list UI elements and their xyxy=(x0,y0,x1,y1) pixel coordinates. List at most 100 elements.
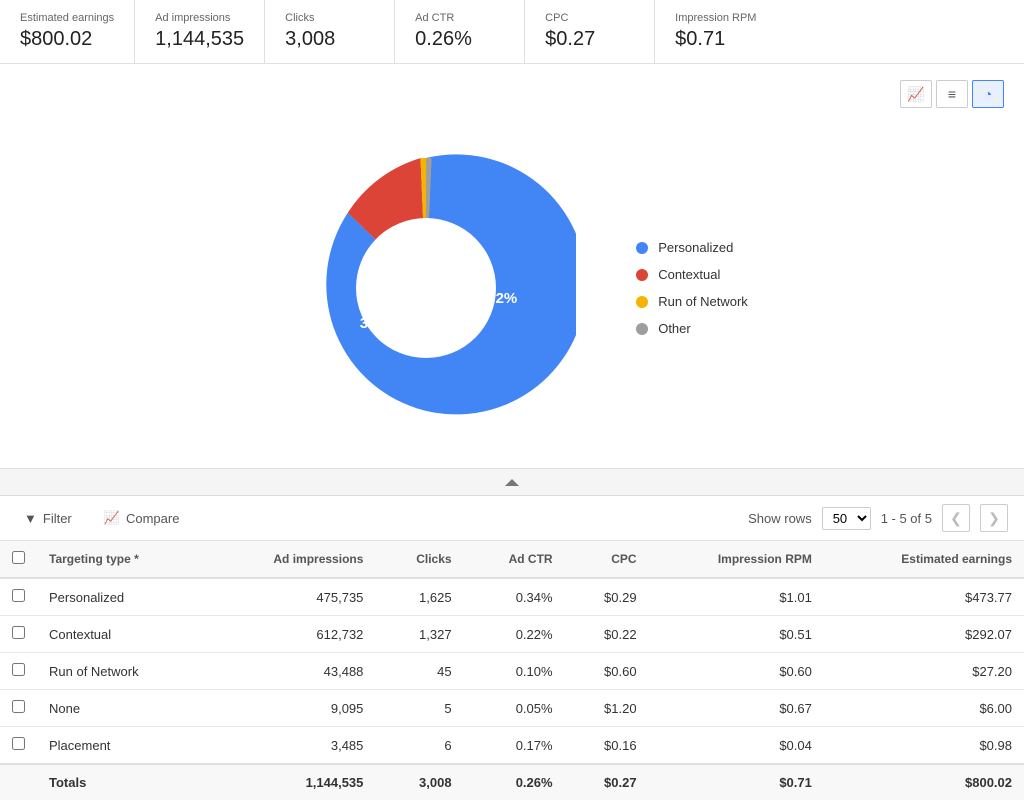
pie-chart-btn[interactable]: ◔ xyxy=(972,80,1004,108)
legend-item-run-of-network: Run of Network xyxy=(636,294,748,309)
legend-item-contextual: Contextual xyxy=(636,267,748,282)
metric-label: CPC xyxy=(545,12,634,24)
col-clicks: Clicks xyxy=(375,541,463,578)
compare-button[interactable]: 📈 Compare xyxy=(96,506,188,530)
row-checkbox-cell[interactable] xyxy=(0,616,37,653)
cell-ad-ctr: 0.17% xyxy=(464,727,565,765)
legend-dot xyxy=(636,296,648,308)
metric-item-cpc: CPC $0.27 xyxy=(525,0,655,63)
chart-container: 59.2% 36.5% Personalized Contextual Run … xyxy=(20,118,1004,468)
totals-label: Totals xyxy=(37,764,206,800)
show-rows-select[interactable]: 50 25 10 xyxy=(822,507,871,530)
metric-value: $0.27 xyxy=(545,28,634,51)
filter-icon: ▼ xyxy=(24,511,37,526)
totals-impression-rpm: $0.71 xyxy=(649,764,824,800)
cell-cpc: $0.16 xyxy=(565,727,649,765)
metric-value: $0.71 xyxy=(675,28,765,51)
row-checkbox[interactable] xyxy=(12,737,25,750)
col-estimated-earnings: Estimated earnings xyxy=(824,541,1024,578)
compare-label: Compare xyxy=(126,511,179,526)
cell-targeting-type: Run of Network xyxy=(37,653,206,690)
totals-ad-ctr: 0.26% xyxy=(464,764,565,800)
row-checkbox-cell[interactable] xyxy=(0,653,37,690)
prev-page-button[interactable]: ❮ xyxy=(942,504,970,532)
cell-ad-ctr: 0.10% xyxy=(464,653,565,690)
filter-button[interactable]: ▼ Filter xyxy=(16,507,80,530)
filter-label: Filter xyxy=(43,511,72,526)
next-page-button[interactable]: ❯ xyxy=(980,504,1008,532)
legend-dot xyxy=(636,242,648,254)
cell-ad-impressions: 475,735 xyxy=(206,578,375,616)
legend-item-other: Other xyxy=(636,321,748,336)
cell-ad-impressions: 9,095 xyxy=(206,690,375,727)
totals-ad-impressions: 1,144,535 xyxy=(206,764,375,800)
metric-item-clicks: Clicks 3,008 xyxy=(265,0,395,63)
cell-ad-impressions: 3,485 xyxy=(206,727,375,765)
legend-label: Run of Network xyxy=(658,294,748,309)
row-checkbox[interactable] xyxy=(12,700,25,713)
legend-item-personalized: Personalized xyxy=(636,240,748,255)
table-row: None 9,095 5 0.05% $1.20 $0.67 $6.00 xyxy=(0,690,1024,727)
table-row: Contextual 612,732 1,327 0.22% $0.22 $0.… xyxy=(0,616,1024,653)
col-cpc: CPC xyxy=(565,541,649,578)
cell-cpc: $0.29 xyxy=(565,578,649,616)
totals-estimated-earnings: $800.02 xyxy=(824,764,1024,800)
row-checkbox[interactable] xyxy=(12,663,25,676)
metric-label: Ad CTR xyxy=(415,12,504,24)
metric-item-ad-ctr: Ad CTR 0.26% xyxy=(395,0,525,63)
select-all-checkbox[interactable] xyxy=(12,551,25,564)
compare-icon: 📈 xyxy=(104,510,120,526)
cell-clicks: 1,625 xyxy=(375,578,463,616)
cell-clicks: 5 xyxy=(375,690,463,727)
cell-estimated-earnings: $473.77 xyxy=(824,578,1024,616)
table-row: Placement 3,485 6 0.17% $0.16 $0.04 $0.9… xyxy=(0,727,1024,765)
legend-label: Other xyxy=(658,321,691,336)
metric-value: 3,008 xyxy=(285,28,374,51)
totals-clicks: 3,008 xyxy=(375,764,463,800)
legend-dot xyxy=(636,269,648,281)
row-checkbox-cell[interactable] xyxy=(0,578,37,616)
col-ad-impressions: Ad impressions xyxy=(206,541,375,578)
metric-label: Impression RPM xyxy=(675,12,765,24)
totals-checkbox-cell xyxy=(0,764,37,800)
line-chart-btn[interactable]: 📈 xyxy=(900,80,932,108)
metric-item-estimated-earnings: Estimated earnings $800.02 xyxy=(0,0,135,63)
table-row: Run of Network 43,488 45 0.10% $0.60 $0.… xyxy=(0,653,1024,690)
cell-targeting-type: None xyxy=(37,690,206,727)
metric-label: Ad impressions xyxy=(155,12,244,24)
cell-ad-impressions: 43,488 xyxy=(206,653,375,690)
donut-chart: 59.2% 36.5% xyxy=(276,138,576,438)
cell-impression-rpm: $0.60 xyxy=(649,653,824,690)
metric-value: $800.02 xyxy=(20,28,114,51)
pagination-info: 1 - 5 of 5 xyxy=(881,511,932,526)
show-rows-label: Show rows xyxy=(748,511,812,526)
table-row: Personalized 475,735 1,625 0.34% $0.29 $… xyxy=(0,578,1024,616)
row-checkbox-cell[interactable] xyxy=(0,690,37,727)
cell-impression-rpm: $0.51 xyxy=(649,616,824,653)
metric-item-ad-impressions: Ad impressions 1,144,535 xyxy=(135,0,265,63)
row-checkbox[interactable] xyxy=(12,589,25,602)
cell-ad-ctr: 0.34% xyxy=(464,578,565,616)
collapse-divider[interactable] xyxy=(0,468,1024,496)
cell-clicks: 45 xyxy=(375,653,463,690)
table-footer: Totals 1,144,535 3,008 0.26% $0.27 $0.71… xyxy=(0,764,1024,800)
col-ad-ctr: Ad CTR xyxy=(464,541,565,578)
cell-ad-ctr: 0.05% xyxy=(464,690,565,727)
totals-cpc: $0.27 xyxy=(565,764,649,800)
row-checkbox[interactable] xyxy=(12,626,25,639)
data-table: Targeting type * Ad impressions Clicks A… xyxy=(0,541,1024,800)
cell-clicks: 6 xyxy=(375,727,463,765)
cell-targeting-type: Personalized xyxy=(37,578,206,616)
table-chart-btn[interactable]: ≡ xyxy=(936,80,968,108)
cell-cpc: $0.22 xyxy=(565,616,649,653)
cell-clicks: 1,327 xyxy=(375,616,463,653)
row-checkbox-cell[interactable] xyxy=(0,727,37,765)
table-body: Personalized 475,735 1,625 0.34% $0.29 $… xyxy=(0,578,1024,764)
col-targeting-type: Targeting type * xyxy=(37,541,206,578)
cell-cpc: $0.60 xyxy=(565,653,649,690)
chart-controls: 📈 ≡ ◔ xyxy=(20,80,1004,108)
col-impression-rpm: Impression RPM xyxy=(649,541,824,578)
cell-targeting-type: Contextual xyxy=(37,616,206,653)
cell-impression-rpm: $0.04 xyxy=(649,727,824,765)
select-all-header[interactable] xyxy=(0,541,37,578)
